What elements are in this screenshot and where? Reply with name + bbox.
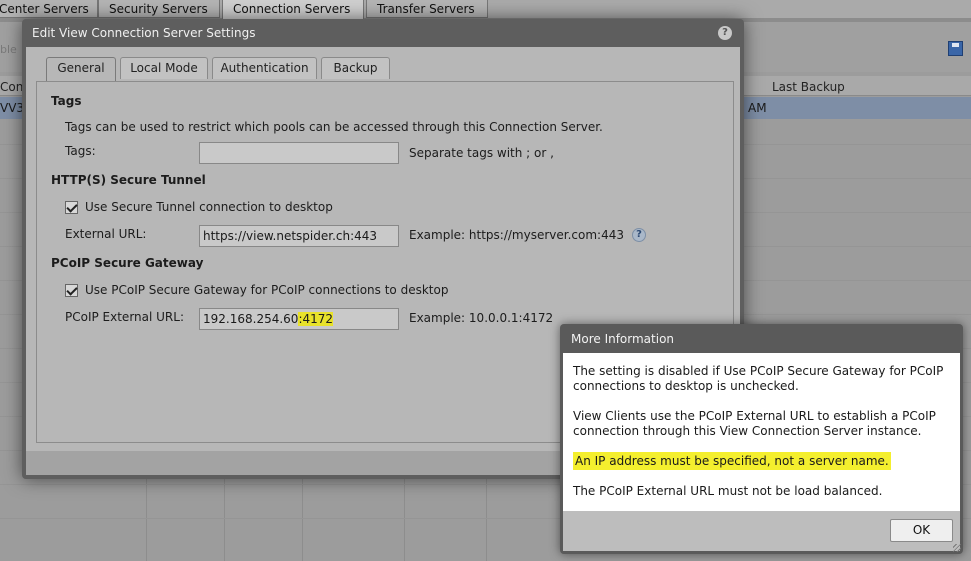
pcoip-external-url-label: PCoIP External URL: (65, 310, 184, 324)
tab-authentication[interactable]: Authentication (212, 57, 317, 79)
secure-tunnel-checkbox[interactable] (65, 201, 78, 214)
ip-required-highlight: An IP address must be specified, not a s… (573, 452, 891, 470)
tab-connection-servers[interactable]: Connection Servers (222, 0, 364, 20)
tags-section-title: Tags (51, 94, 82, 108)
pcoip-gateway-checkbox-label: Use PCoIP Secure Gateway for PCoIP conne… (85, 283, 449, 297)
column-header-last-backup[interactable]: Last Backup (772, 80, 845, 94)
tab-general[interactable]: General (46, 57, 116, 82)
popup-paragraph-ip-required: An IP address must be specified, not a s… (573, 452, 953, 470)
external-url-label: External URL: (65, 227, 147, 241)
pcoip-url-port-highlight: :4172 (298, 312, 334, 326)
secure-tunnel-checkbox-label: Use Secure Tunnel connection to desktop (85, 200, 333, 214)
row-cell-name: VV3 (0, 101, 25, 115)
popup-paragraph-clients: View Clients use the PCoIP External URL … (573, 409, 936, 438)
tab-transfer-servers[interactable]: Transfer Servers (366, 0, 488, 18)
tags-description: Tags can be used to restrict which pools… (65, 120, 603, 134)
secure-tunnel-section-title: HTTP(S) Secure Tunnel (51, 173, 206, 187)
tags-field-label: Tags: (65, 144, 96, 158)
popup-paragraph-load-balancing: The PCoIP External URL must not be load … (573, 484, 883, 498)
background-tab-strip: Center Servers Security Servers Connecti… (0, 0, 971, 20)
tab-local-mode[interactable]: Local Mode (120, 57, 208, 79)
pcoip-url-host: 192.168.254.60 (203, 312, 299, 326)
pcoip-section-title: PCoIP Secure Gateway (51, 256, 204, 270)
external-url-input[interactable]: https://view.netspider.ch:443 (199, 225, 399, 247)
column-header-connection[interactable]: Con (0, 80, 23, 94)
row-cell-backup-time: AM (748, 101, 767, 115)
popup-title: More Information (571, 332, 675, 346)
tags-input[interactable] (199, 142, 399, 164)
ok-button[interactable]: OK (890, 519, 953, 542)
save-icon[interactable] (948, 41, 963, 56)
external-url-example: Example: https://myserver.com:443 (409, 228, 624, 242)
dialog-title: Edit View Connection Server Settings (32, 26, 256, 40)
popup-body: The setting is disabled if Use PCoIP Sec… (563, 353, 960, 511)
tab-center-servers[interactable]: Center Servers (0, 0, 98, 18)
tab-backup[interactable]: Backup (321, 57, 390, 79)
tags-hint: Separate tags with ; or , (409, 146, 554, 160)
pcoip-gateway-checkbox[interactable] (65, 284, 78, 297)
background-disabled-label: ble (0, 43, 17, 56)
pcoip-external-url-example: Example: 10.0.0.1:4172 (409, 311, 554, 325)
tab-security-servers[interactable]: Security Servers (98, 0, 220, 18)
pcoip-external-url-input[interactable]: 192.168.254.60:4172 (199, 308, 399, 330)
help-icon[interactable]: ? (718, 26, 732, 40)
external-url-info-icon[interactable]: ? (632, 228, 646, 242)
more-information-popup: More Information The setting is disabled… (560, 324, 963, 554)
resize-grip[interactable] (953, 544, 961, 552)
popup-footer: OK (563, 511, 960, 551)
popup-paragraph-disabled: The setting is disabled if Use PCoIP Sec… (573, 364, 944, 393)
